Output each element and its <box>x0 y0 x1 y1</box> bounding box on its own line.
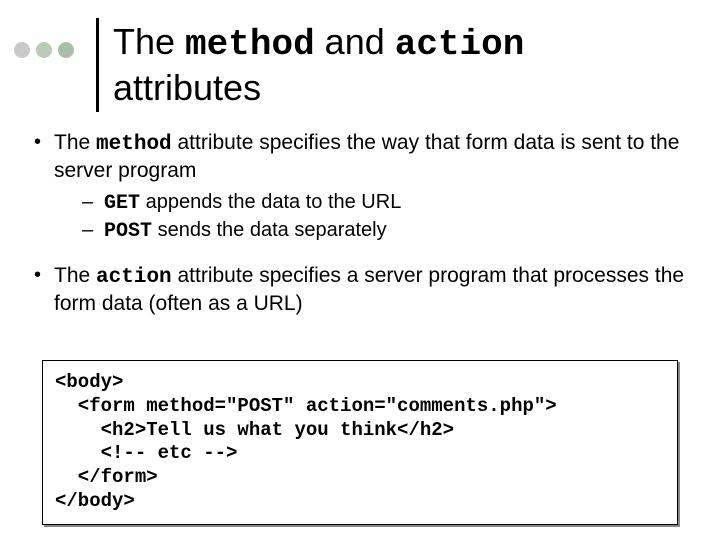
bullet-item: The action attribute specifies a server … <box>28 263 696 316</box>
code-line: <!-- etc --> <box>55 442 237 464</box>
slide: The method and action attributes The met… <box>0 0 720 540</box>
bullet-item: The method attribute specifies the way t… <box>28 130 696 245</box>
dot-icon <box>36 42 52 58</box>
dot-icon <box>14 42 30 58</box>
title-container: The method and action attributes <box>96 18 524 112</box>
bullet-text: The <box>54 131 96 154</box>
slide-header: The method and action attributes <box>0 18 720 108</box>
slide-title-line2: attributes <box>113 67 524 109</box>
bullet-code: GET <box>104 192 140 215</box>
sub-bullet-item: POST sends the data separately <box>82 217 696 245</box>
code-line: </form> <box>55 466 158 488</box>
code-line: </body> <box>55 490 135 512</box>
slide-content: The method attribute specifies the way t… <box>28 130 696 334</box>
bullet-text: sends the data separately <box>152 219 387 241</box>
code-line: <body> <box>55 371 123 393</box>
code-line: <form method="POST" action="comments.php… <box>55 395 557 417</box>
decorative-dots <box>14 42 74 58</box>
bullet-code: action <box>96 266 172 289</box>
title-text: The <box>113 21 185 62</box>
bullet-code: method <box>96 133 172 156</box>
bullet-text: The <box>54 264 96 287</box>
bullet-text: appends the data to the URL <box>140 191 401 213</box>
code-line: <h2>Tell us what you think</h2> <box>55 419 454 441</box>
bullet-code: POST <box>104 220 152 243</box>
sub-bullet-list: GET appends the data to the URL POST sen… <box>54 189 696 245</box>
title-text: and <box>315 21 395 62</box>
code-example-box: <body> <form method="POST" action="comme… <box>42 360 678 525</box>
sub-bullet-item: GET appends the data to the URL <box>82 189 696 217</box>
title-code: action <box>395 24 525 65</box>
slide-title: The method and action <box>113 21 524 66</box>
bullet-list: The method attribute specifies the way t… <box>28 130 696 316</box>
dot-icon <box>58 42 74 58</box>
title-code: method <box>185 24 315 65</box>
